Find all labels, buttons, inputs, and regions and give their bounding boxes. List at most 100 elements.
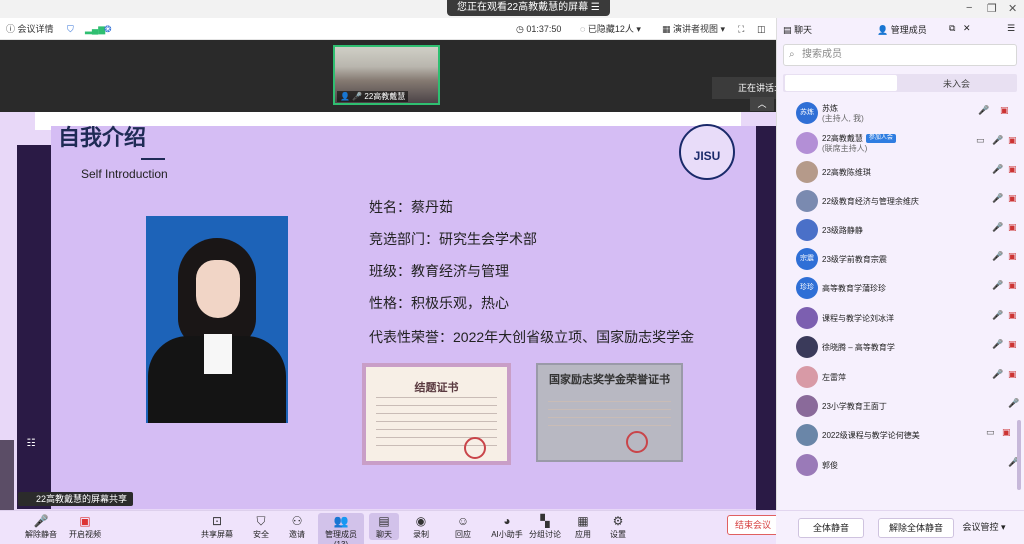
info-icon: ⓘ: [6, 24, 16, 34]
mic-icon[interactable]: 🎤: [992, 135, 1003, 146]
camera-off-icon[interactable]: ▣: [1008, 280, 1017, 291]
search-icon: ⌕: [789, 49, 795, 60]
minimize-button[interactable]: −: [966, 2, 972, 14]
panel-scrollbar[interactable]: [1017, 420, 1021, 490]
tab-not-joined[interactable]: 未入会: [943, 77, 970, 90]
member-item[interactable]: 课程与教学论刘冰洋 🎤 ▣: [790, 304, 1020, 332]
camera-off-icon[interactable]: ▣: [1008, 193, 1017, 204]
unmute-all-button[interactable]: 解除全体静音: [878, 518, 954, 538]
apps-icon: ▦: [577, 514, 589, 528]
video-thumbnail[interactable]: 👤 🎤 22高教戴慧: [333, 45, 440, 105]
member-name: 23级路静静: [822, 226, 863, 235]
manage-members-button[interactable]: 👥 管理成员(13): [318, 513, 364, 544]
invite-button[interactable]: ⚇ 邀请: [277, 513, 317, 540]
mic-muted-icon[interactable]: 🎤: [992, 310, 1003, 321]
camera-off-icon: ▣: [79, 514, 91, 528]
member-item[interactable]: 22高教戴慧 参加人会 (联席主持人) ▭ 🎤 ▣: [790, 129, 1020, 157]
title-underline: [141, 158, 165, 160]
member-role: (主持人, 我): [822, 114, 864, 123]
member-search-input[interactable]: ⌕ 搜索成员: [783, 44, 1017, 66]
camera-off-icon[interactable]: ▣: [1008, 339, 1017, 350]
member-item[interactable]: 2022级课程与教学论何德美 ▭ ▣: [790, 421, 1020, 449]
unmute-button[interactable]: 🎤 解除静音: [21, 513, 61, 540]
camera-off-icon[interactable]: ▣: [1008, 164, 1017, 175]
share-screen-button[interactable]: ⊡ 共享屏幕: [197, 513, 237, 540]
close-window-button[interactable]: ✕: [1008, 2, 1017, 15]
ai-assistant-label: AI小助手: [491, 530, 523, 539]
member-item[interactable]: 珍珍 高等教育学蒲珍珍 🎤 ▣: [790, 274, 1020, 302]
university-logo: JISU: [679, 124, 735, 180]
info-personality: 性格：积极乐观，热心: [369, 295, 509, 311]
members-panel-tab[interactable]: 👤 管理成员: [877, 23, 927, 36]
end-meeting-button[interactable]: 结束会议: [727, 515, 779, 535]
camera-off-icon[interactable]: ▣: [1008, 369, 1017, 380]
start-video-button[interactable]: ▣ 开启视频: [65, 513, 105, 540]
member-item[interactable]: 22级教育经济与管理余维庆 🎤 ▣: [790, 187, 1020, 215]
hidden-members-dropdown[interactable]: ◌ 已隐藏12人 ▾: [580, 22, 641, 36]
avatar: [796, 132, 818, 154]
camera-off-icon[interactable]: ▣: [1008, 135, 1017, 146]
chat-icon: ▤: [378, 514, 390, 528]
restore-button[interactable]: ❐: [987, 2, 997, 15]
camera-off-icon[interactable]: ▣: [1000, 105, 1009, 116]
avatar: [796, 454, 818, 476]
collapse-video-button[interactable]: ︿: [750, 97, 774, 111]
mic-muted-icon[interactable]: 🎤: [978, 105, 989, 116]
member-item[interactable]: 23小学教育王面丁 🎤: [790, 392, 1020, 420]
mic-muted-icon[interactable]: 🎤: [992, 164, 1003, 175]
apps-button[interactable]: ▦ 应用: [563, 513, 603, 540]
slide-subtitle: Self Introduction: [81, 167, 168, 181]
breakout-button[interactable]: ▚ 分组讨论: [525, 513, 565, 540]
meeting-window: 您正在观看22高教戴慧的屏幕 ☰ − ❐ ✕ ⓘ 会议详情 ⛉ ▂▄▆ ❂ ◷ …: [0, 0, 1024, 544]
reactions-button[interactable]: ☺ 回应: [443, 513, 483, 540]
chat-button[interactable]: ▤ 聊天: [369, 513, 399, 540]
ai-assistant-button[interactable]: ◕ AI小助手: [487, 513, 527, 540]
mic-muted-icon[interactable]: 🎤: [992, 222, 1003, 233]
mute-all-button[interactable]: 全体静音: [798, 518, 864, 538]
member-name: 高等教育学蒲珍珍: [822, 284, 886, 293]
popout-icon[interactable]: ⧉: [949, 23, 955, 34]
record-button[interactable]: ◉ 录制: [401, 513, 441, 540]
list-icon[interactable]: ☷: [22, 436, 40, 452]
screen-share-icon: ▭: [976, 135, 985, 145]
avatar: [796, 336, 818, 358]
mic-muted-icon[interactable]: 🎤: [992, 369, 1003, 380]
member-item[interactable]: 郭俊 🎤: [790, 451, 1020, 479]
mic-muted-icon[interactable]: 🎤: [992, 339, 1003, 350]
member-item[interactable]: 宗震 23级学前教育宗震 🎤 ▣: [790, 245, 1020, 273]
camera-off-icon[interactable]: ▣: [1008, 251, 1017, 262]
settings-button[interactable]: ⚙ 设置: [598, 513, 638, 540]
mic-muted-icon[interactable]: 🎤: [992, 251, 1003, 262]
camera-off-icon[interactable]: ▣: [1008, 310, 1017, 321]
camera-off-icon[interactable]: ▣: [1002, 427, 1011, 438]
mic-muted-icon[interactable]: 🎤: [992, 280, 1003, 291]
security-button[interactable]: ⛉ 安全: [241, 513, 281, 540]
tab-in-meeting[interactable]: [785, 75, 897, 91]
mic-muted-icon[interactable]: 🎤: [1008, 398, 1019, 409]
mic-muted-icon[interactable]: 🎤: [992, 193, 1003, 204]
member-role: (联席主持人): [822, 144, 868, 153]
member-item[interactable]: 左雷萍 🎤 ▣: [790, 363, 1020, 391]
camera-off-icon[interactable]: ▣: [1008, 222, 1017, 233]
fullscreen-icon[interactable]: ⛶: [738, 22, 744, 36]
security-label: 安全: [253, 530, 269, 539]
member-item[interactable]: 徐晓腾 – 高等教育学 🎤 ▣: [790, 333, 1020, 361]
close-panel-icon[interactable]: ✕: [963, 23, 971, 34]
member-item[interactable]: 苏炼 苏炼 (主持人, 我) 🎤 ▣: [790, 99, 1020, 127]
gear-icon: ⚙: [612, 514, 624, 528]
member-name: 23级学前教育宗震: [822, 255, 887, 264]
certificate-scholarship: 国家励志奖学金荣誉证书: [536, 363, 683, 462]
chat-panel-tab[interactable]: ▤ 聊天: [783, 23, 812, 36]
view-dropdown[interactable]: ▦ 演讲者视图 ▾: [662, 22, 725, 36]
member-item[interactable]: 22高教陈维琪 🎤 ▣: [790, 158, 1020, 186]
meeting-details-button[interactable]: ⓘ 会议详情: [6, 22, 54, 36]
sidebar-toggle-icon[interactable]: ◫: [757, 22, 766, 36]
meeting-control-dropdown[interactable]: 会议管控 ▾: [954, 518, 1014, 538]
avatar: [796, 161, 818, 183]
sharing-banner[interactable]: 您正在观看22高教戴慧的屏幕 ☰: [447, 0, 610, 16]
shield-icon[interactable]: ⛉: [67, 22, 74, 36]
members-icon: 👥: [333, 514, 349, 528]
menu-icon[interactable]: ☰: [1007, 23, 1015, 34]
member-item[interactable]: 23级路静静 🎤 ▣: [790, 216, 1020, 244]
member-name: 23小学教育王面丁: [822, 402, 887, 411]
